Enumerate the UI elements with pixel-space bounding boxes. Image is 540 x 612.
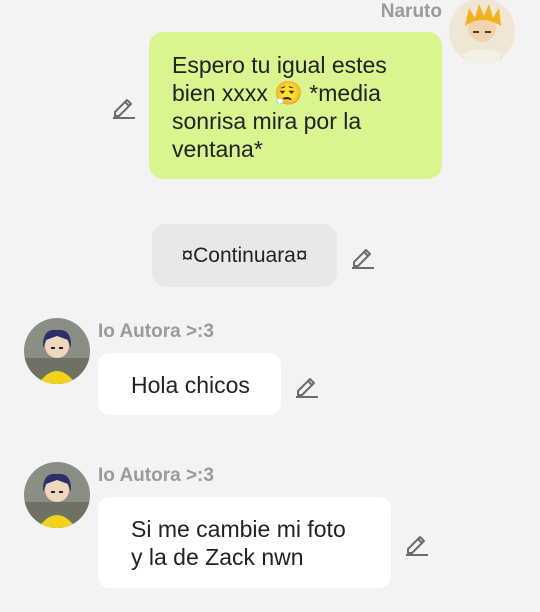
exhale-emoji-icon: 😮‍💨: [274, 80, 303, 106]
message-line: Espero tu igual estes: [172, 52, 387, 78]
message-line: bien xxxx 😮‍💨 *media: [172, 80, 381, 106]
edit-icon[interactable]: [350, 243, 376, 269]
avatar-author[interactable]: [24, 462, 90, 528]
edit-icon[interactable]: [404, 530, 430, 556]
avatar-author[interactable]: [24, 318, 90, 384]
dark-haired-character-avatar-icon: [24, 318, 90, 384]
message-bubble-author[interactable]: Si me cambie mi foto y la de Zack nwn: [98, 497, 391, 588]
continuation-text: ¤Continuara¤: [181, 244, 308, 267]
sender-name-author: Io Autora >:3: [98, 465, 214, 486]
dark-haired-character-avatar-icon: [24, 462, 90, 528]
continuation-bubble[interactable]: ¤Continuara¤: [152, 224, 337, 287]
message-line: sonrisa mira por la: [172, 108, 362, 134]
edit-icon[interactable]: [111, 93, 137, 119]
message-bubble-naruto[interactable]: Espero tu igual estes bien xxxx 😮‍💨 *med…: [149, 32, 442, 179]
message-line: ventana*: [172, 136, 263, 162]
blonde-character-avatar-icon: [449, 0, 515, 64]
message-line: Si me cambie mi foto: [131, 516, 346, 542]
sender-name-naruto: Naruto: [380, 1, 442, 22]
message-text: Hola chicos: [131, 372, 250, 398]
edit-icon[interactable]: [294, 372, 320, 398]
message-line: y la de Zack nwn: [131, 544, 304, 570]
avatar-naruto[interactable]: [449, 0, 515, 64]
sender-name-author: Io Autora >:3: [98, 321, 214, 342]
message-bubble-author[interactable]: Hola chicos: [98, 353, 281, 415]
